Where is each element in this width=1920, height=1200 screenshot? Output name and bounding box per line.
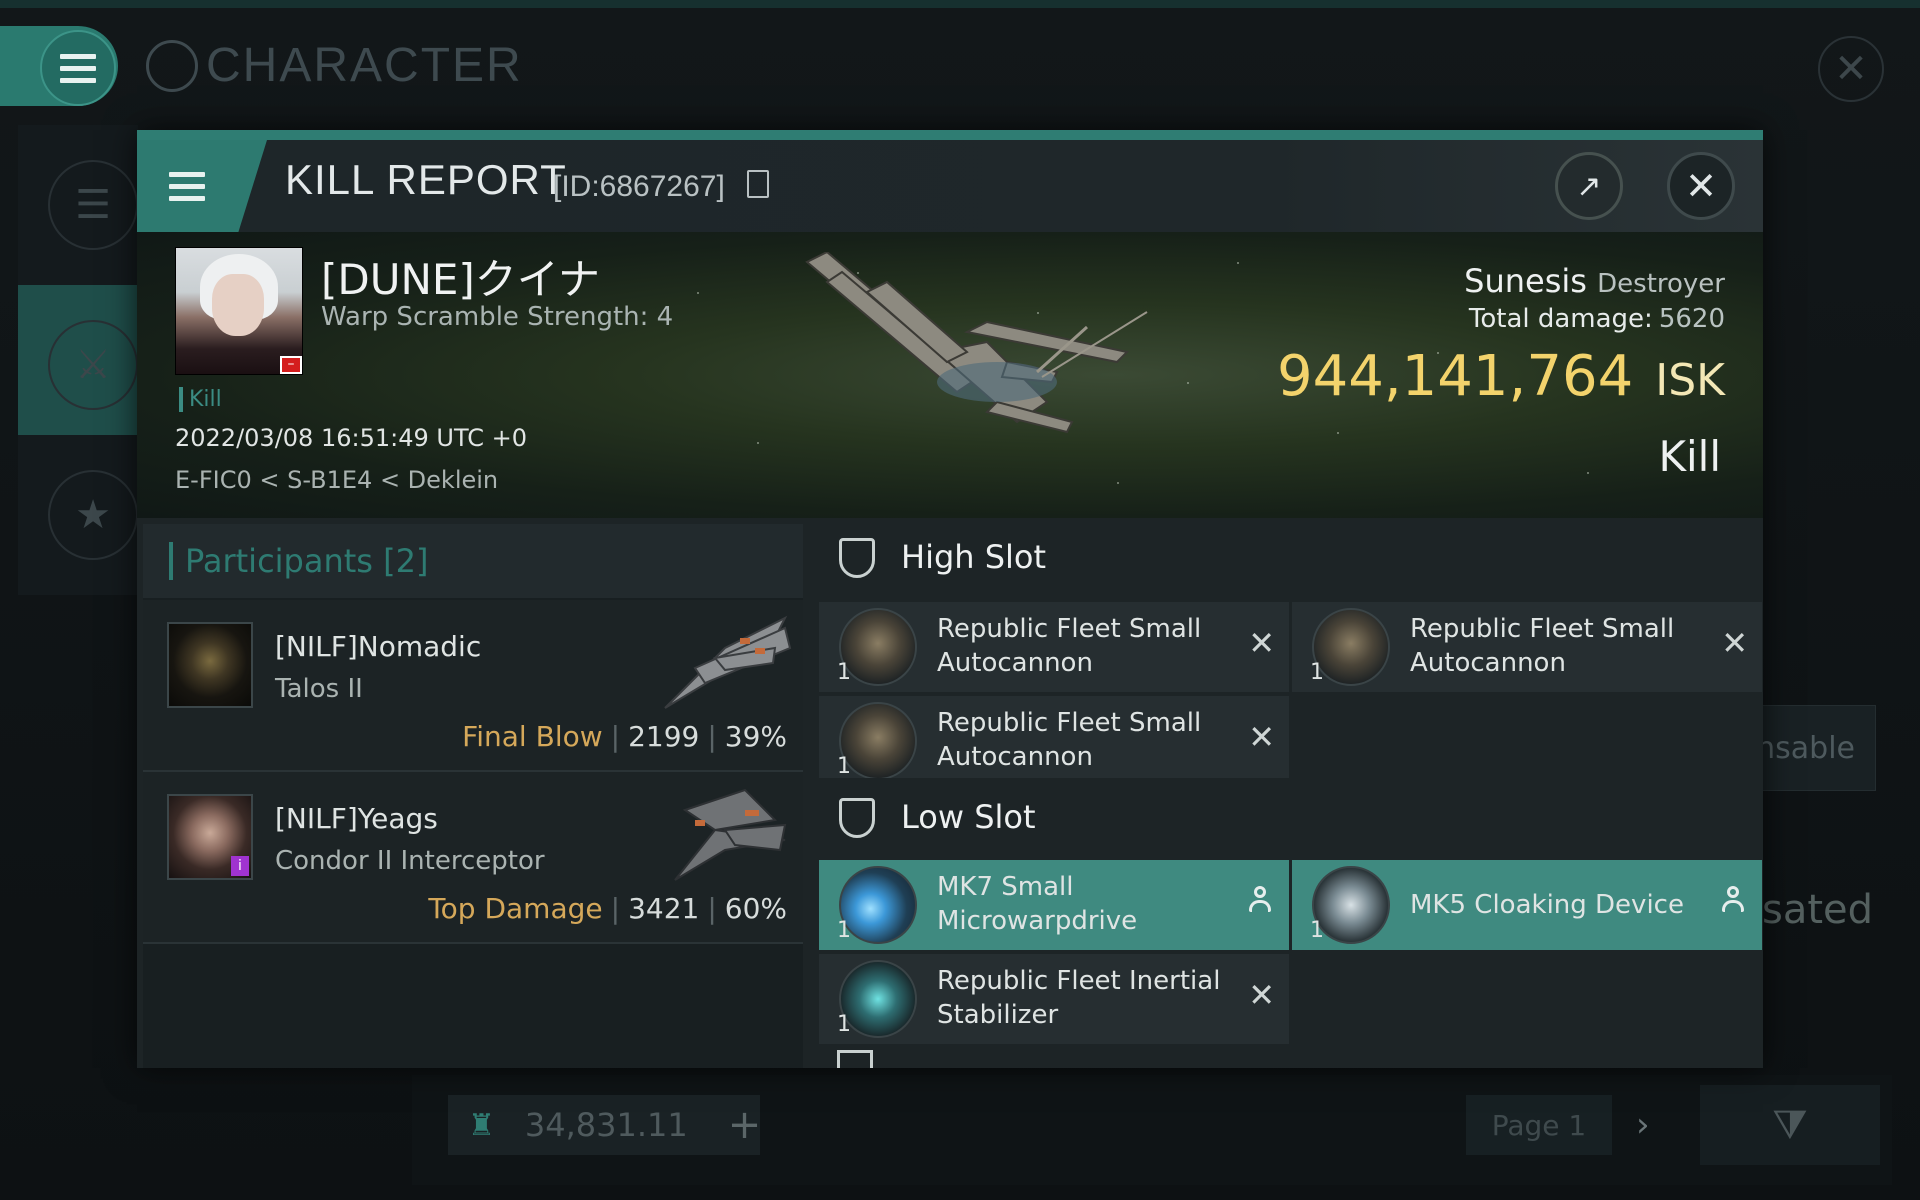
kill-location[interactable]: E-FIC0 < S-B1E4 < Deklein	[175, 466, 498, 494]
participant-stats: Top Damage | 3421 | 60%	[428, 892, 787, 925]
participant-ship: Talos II	[275, 674, 363, 704]
kill-banner: – [DUNE]クイナ Warp Scramble Strength: 4 Ki…	[137, 232, 1763, 518]
module-item[interactable]: 1 MK7 Small Microwarpdrive	[819, 860, 1289, 950]
total-damage: Total damage: 5620	[1468, 304, 1725, 334]
victim-ship-image[interactable]	[787, 252, 1257, 452]
external-link-icon[interactable]: ↗	[1555, 152, 1623, 220]
participants-count: [2]	[383, 542, 429, 580]
participant-ship: Condor II Interceptor	[275, 846, 545, 876]
module-qty: 1	[1310, 660, 1324, 685]
report-kind: Kill	[1658, 432, 1721, 481]
copy-icon[interactable]	[747, 170, 769, 198]
top-damage-label: Top Damage	[428, 892, 603, 925]
isk-value: 944,141,764 ISK	[1276, 344, 1725, 409]
kill-datetime: 2022/03/08 16:51:49 UTC +0	[175, 424, 527, 452]
ship-class: Destroyer	[1597, 269, 1725, 299]
low-slot-label: Low Slot	[901, 798, 1036, 836]
wallet-add-button[interactable]: +	[728, 1102, 762, 1148]
shield-icon	[839, 798, 875, 838]
destroyed-x-icon: ✕	[1248, 718, 1275, 756]
module-qty: 1	[837, 754, 851, 779]
fitting-panel: High Slot 1 Republic Fleet Small Autocan…	[817, 518, 1763, 1068]
kill-report-window: KILL REPORT [ID:6867267] ↗ ✕ – [DUNE]クイナ…	[137, 130, 1763, 1068]
character-menu-tab[interactable]	[0, 26, 118, 106]
low-slot-header: Low Slot	[817, 778, 1763, 858]
participant-name[interactable]: [NILF]Yeags	[275, 802, 438, 835]
character-window-title: CHARACTER	[206, 39, 523, 92]
background-text: sated	[1762, 887, 1874, 933]
module-item[interactable]: 1 Republic Fleet Small Autocannon ✕	[819, 696, 1289, 786]
kill-tag: Kill	[179, 387, 222, 412]
participant-row[interactable]: i [NILF]Yeags Condor II Interceptor Top …	[143, 772, 803, 944]
destroyed-x-icon: ✕	[1248, 624, 1275, 662]
participant-damage: 2199	[628, 720, 700, 753]
dropped-person-icon	[1249, 886, 1271, 914]
next-page-button[interactable]: ›	[1636, 1105, 1650, 1145]
report-id: [ID:6867267]	[553, 170, 725, 203]
participant-percent: 39%	[724, 720, 787, 753]
wallet-value: 34,831.11	[524, 1106, 688, 1144]
background-button[interactable]: nsable	[1756, 705, 1876, 791]
module-name: MK7 Small Microwarpdrive	[937, 872, 1138, 936]
module-name: MK5 Cloaking Device	[1410, 890, 1684, 920]
participant-avatar[interactable]: i	[167, 794, 253, 880]
high-slot-label: High Slot	[901, 538, 1047, 576]
destroyed-x-icon: ✕	[1248, 976, 1275, 1014]
participants-header[interactable]: Participants [2]	[143, 524, 803, 598]
hamburger-icon[interactable]	[40, 30, 116, 106]
participants-panel: Participants [2] [NILF]Nomadic Talos II …	[143, 524, 803, 1068]
dropped-person-icon	[1722, 886, 1744, 914]
participant-row[interactable]: [NILF]Nomadic Talos II Final Blow | 2199 | 3…	[143, 600, 803, 772]
module-qty: 1	[837, 1012, 851, 1037]
standing-badge: –	[280, 356, 302, 374]
participant-ship-image[interactable]	[655, 780, 795, 890]
total-damage-value: 5620	[1658, 304, 1725, 334]
victim-ship-name[interactable]: Sunesis Destroyer	[1464, 262, 1725, 300]
sidebar-list-icon[interactable]: ☰	[48, 160, 138, 250]
window-accent-bar	[137, 130, 1763, 140]
standing-badge: i	[231, 856, 249, 876]
shield-icon	[837, 1050, 873, 1068]
participant-avatar[interactable]	[167, 622, 253, 708]
destroyed-x-icon: ✕	[1721, 624, 1748, 662]
module-item[interactable]: 1 Republic Fleet Inertial Stabilizer ✕	[819, 954, 1289, 1044]
participant-percent: 60%	[724, 892, 787, 925]
wallet-icon: ♜	[468, 1107, 495, 1143]
module-qty: 1	[837, 660, 851, 685]
warp-scramble-strength: Warp Scramble Strength: 4	[321, 302, 674, 332]
module-name: Republic Fleet Small Autocannon	[937, 614, 1202, 678]
module-item[interactable]: 1 Republic Fleet Small Autocannon ✕	[819, 602, 1289, 692]
module-name: Republic Fleet Inertial Stabilizer	[937, 966, 1221, 1030]
high-slot-header: High Slot	[817, 518, 1763, 598]
sidebar-star-icon[interactable]: ★	[48, 470, 138, 560]
isk-unit: ISK	[1655, 355, 1725, 406]
filter-icon[interactable]: ⧩	[1700, 1085, 1880, 1165]
hamburger-icon	[169, 171, 205, 201]
character-close-icon[interactable]: ✕	[1818, 36, 1884, 102]
participant-damage: 3421	[628, 892, 700, 925]
module-qty: 1	[837, 918, 851, 943]
wallet-display: ♜ 34,831.11 +	[448, 1095, 762, 1155]
top-accent-line	[0, 0, 1920, 8]
final-blow-label: Final Blow	[462, 720, 603, 753]
sidebar-combat-icon[interactable]: ⚔	[48, 320, 138, 410]
module-name: Republic Fleet Small Autocannon	[937, 708, 1202, 772]
page-indicator: Page 1	[1466, 1095, 1612, 1155]
victim-portrait[interactable]: –	[175, 247, 303, 375]
participant-ship-image[interactable]	[655, 608, 795, 718]
module-item[interactable]: 1 MK5 Cloaking Device	[1292, 860, 1762, 950]
module-item[interactable]: 1 Republic Fleet Small Autocannon ✕	[1292, 602, 1762, 692]
participants-label: Participants [2]	[169, 542, 428, 580]
shield-icon	[839, 538, 875, 578]
module-qty: 1	[1310, 918, 1324, 943]
close-icon[interactable]: ✕	[1667, 152, 1735, 220]
victim-name[interactable]: [DUNE]クイナ	[321, 246, 600, 307]
module-name: Republic Fleet Small Autocannon	[1410, 614, 1675, 678]
report-content: Participants [2] [NILF]Nomadic Talos II …	[137, 518, 1763, 1068]
participant-name[interactable]: [NILF]Nomadic	[275, 630, 481, 663]
participant-stats: Final Blow | 2199 | 39%	[462, 720, 787, 753]
window-title: KILL REPORT	[285, 156, 567, 203]
